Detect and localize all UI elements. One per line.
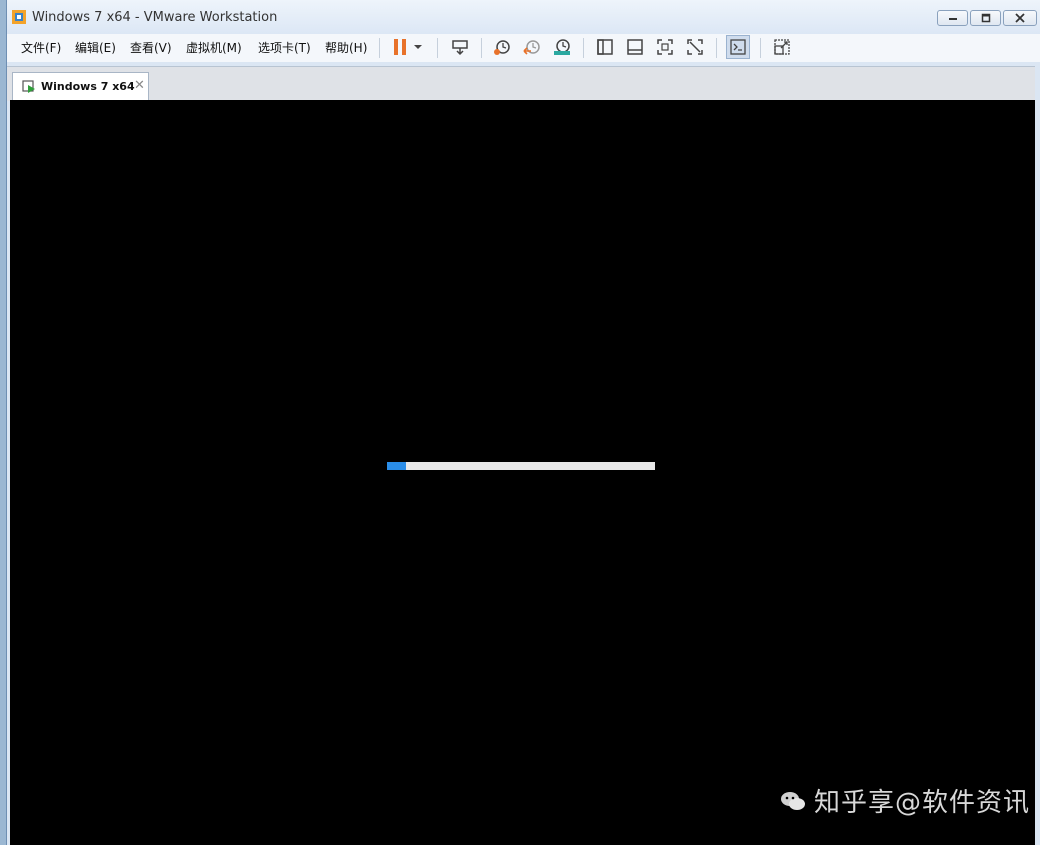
snapshot-icon <box>494 40 510 55</box>
pause-button[interactable] <box>389 36 411 58</box>
menu-vm[interactable]: 虚拟机(M) <box>186 39 242 56</box>
menu-view[interactable]: 查看(V) <box>130 39 172 56</box>
send-ctrl-alt-del-button[interactable] <box>449 36 471 58</box>
menu-bar: 文件(F) 编辑(E) 查看(V) 虚拟机(M) 选项卡(T) 帮助(H) <box>7 34 1040 62</box>
show-thumbnail-bar-icon <box>627 39 643 55</box>
watermark-text: 知乎享@软件资讯 <box>814 788 1031 818</box>
show-thumbnail-bar-button[interactable] <box>624 36 646 58</box>
close-button[interactable] <box>1003 10 1037 26</box>
restore-button[interactable] <box>970 10 1001 26</box>
revert-snapshot-icon <box>523 40 540 55</box>
console-view-button[interactable] <box>726 35 750 59</box>
full-screen-button[interactable] <box>654 36 676 58</box>
toolbar-separator <box>481 38 482 58</box>
menu-file[interactable]: 文件(F) <box>21 39 61 56</box>
vm-tab-icon <box>22 80 35 93</box>
boot-progress-bar <box>387 462 655 470</box>
toolbar-separator <box>716 38 717 58</box>
menu-help[interactable]: 帮助(H) <box>325 39 367 56</box>
tab-strip: Windows 7 x64 ✕ <box>7 66 1035 101</box>
toolbar-separator <box>583 38 584 58</box>
unity-icon <box>687 39 703 55</box>
toolbar-separator <box>379 38 380 58</box>
snapshot-manager-icon <box>554 39 570 55</box>
stretch-guest-icon <box>774 39 790 55</box>
boot-progress-fill <box>387 462 406 470</box>
watermark: 知乎享@软件资讯 <box>780 782 1030 819</box>
menu-edit[interactable]: 编辑(E) <box>75 39 116 56</box>
revert-snapshot-button[interactable] <box>521 36 543 58</box>
pause-icon <box>394 39 406 55</box>
vmware-app-icon <box>12 10 26 24</box>
close-icon <box>1015 13 1025 23</box>
show-library-icon <box>597 39 613 55</box>
unity-button[interactable] <box>684 36 706 58</box>
stretch-guest-button[interactable] <box>771 36 793 58</box>
wechat-icon <box>781 791 805 810</box>
toolbar-separator <box>760 38 761 58</box>
minimize-button[interactable] <box>937 10 968 26</box>
minimize-icon <box>948 18 957 20</box>
power-dropdown-button[interactable] <box>411 36 425 58</box>
restore-icon <box>981 13 990 23</box>
console-view-icon <box>730 39 746 55</box>
tab-windows-7-x64[interactable]: Windows 7 x64 ✕ <box>12 72 149 101</box>
take-snapshot-button[interactable] <box>491 36 513 58</box>
vmware-window: Windows 7 x64 - VMware Workstation 文件(F)… <box>6 0 1040 845</box>
vm-console-screen[interactable]: 知乎享@软件资讯 <box>10 100 1035 845</box>
show-library-button[interactable] <box>594 36 616 58</box>
toolbar-separator <box>437 38 438 58</box>
tab-label: Windows 7 x64 <box>41 80 135 93</box>
title-bar[interactable]: Windows 7 x64 - VMware Workstation <box>7 0 1040 34</box>
full-screen-icon <box>657 39 673 55</box>
tab-close-icon[interactable]: ✕ <box>134 78 145 93</box>
chevron-down-icon <box>414 45 422 49</box>
menu-tabs[interactable]: 选项卡(T) <box>258 39 311 56</box>
window-title: Windows 7 x64 - VMware Workstation <box>32 10 278 25</box>
snapshot-manager-button[interactable] <box>551 36 573 58</box>
send-ctrl-alt-del-icon <box>452 40 468 56</box>
